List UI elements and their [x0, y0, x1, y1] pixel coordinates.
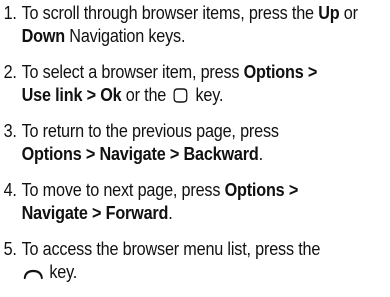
forward-menu-path: Navigate > Forward [21, 203, 169, 223]
step-number: 3. [3, 121, 17, 141]
step-text: or the [121, 85, 171, 105]
step-text: To move to next page, press [21, 180, 225, 200]
step-text: . [258, 144, 264, 164]
options-menu-label: Options > [224, 180, 299, 200]
step-number: 5. [3, 239, 17, 259]
step-number: 1. [3, 3, 17, 23]
document-page: 1. To scroll through browser items, pres… [0, 0, 358, 286]
step-number: 4. [3, 180, 17, 200]
list-item: 1. To scroll through browser items, pres… [4, 2, 387, 48]
step-text: key. [191, 85, 224, 105]
soft-key-icon [23, 268, 43, 280]
instruction-list: 1. To scroll through browser items, pres… [4, 2, 387, 297]
center-select-key-icon [172, 88, 189, 103]
step-text: or [339, 3, 358, 23]
list-item: 3. To return to the previous page, press… [4, 120, 387, 166]
step-text: key. [45, 262, 78, 282]
down-key-label: Down [21, 26, 66, 46]
list-item: 2. To select a browser item, press Optio… [4, 61, 387, 107]
step-text: To return to the previous page, press [21, 121, 279, 141]
up-key-label: Up [318, 3, 340, 23]
use-link-path: Use link > Ok [21, 85, 122, 105]
options-menu-label: Options > [243, 62, 318, 82]
step-text: To scroll through browser items, press t… [21, 3, 319, 23]
step-number: 2. [3, 62, 17, 82]
list-item: 5. To access the browser menu list, pres… [4, 238, 387, 284]
list-item: 4. To move to next page, press Options >… [4, 179, 387, 225]
backward-menu-path: Options > Navigate > Backward [21, 144, 259, 164]
step-text: Navigation keys. [64, 26, 186, 46]
step-text: . [168, 203, 173, 223]
step-text: To access the browser menu list, press t… [21, 239, 321, 259]
step-text: To select a browser item, press [21, 62, 244, 82]
